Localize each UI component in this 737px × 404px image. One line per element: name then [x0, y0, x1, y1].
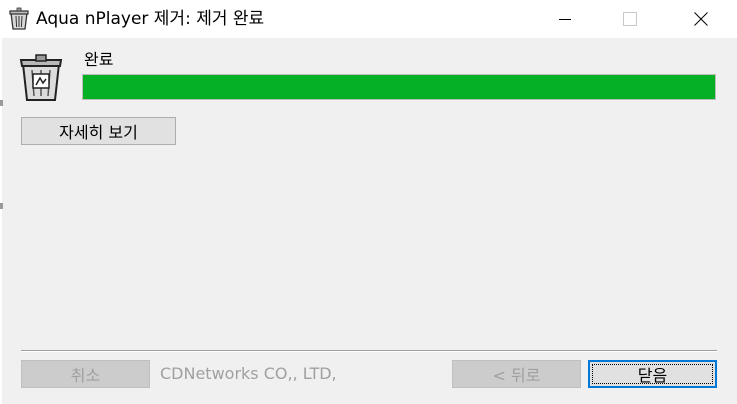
close-window-button[interactable]: [665, 0, 737, 38]
edge-mark: [0, 203, 3, 209]
maximize-button[interactable]: [594, 0, 666, 38]
cancel-button[interactable]: 취소: [21, 360, 150, 388]
uninstaller-window: Aqua nPlayer 제거: 제거 완료 완료 자세히 보기 취소 CDNe…: [0, 0, 737, 404]
minimize-button[interactable]: [529, 0, 601, 38]
close-icon: [694, 12, 708, 26]
uninstall-bin-icon: [19, 54, 63, 101]
brand-text: CDNetworks CO,, LTD,: [160, 364, 337, 383]
status-label: 완료: [84, 50, 114, 69]
maximize-icon: [623, 12, 637, 26]
title-bar[interactable]: Aqua nPlayer 제거: 제거 완료: [0, 0, 737, 38]
focus-rect: [592, 364, 713, 384]
progress-fill: [83, 75, 715, 99]
close-button[interactable]: 닫음: [588, 360, 717, 388]
show-details-button[interactable]: 자세히 보기: [21, 117, 176, 145]
window-title: Aqua nPlayer 제거: 제거 완료: [36, 9, 265, 29]
back-button[interactable]: < 뒤로: [452, 360, 581, 388]
recycle-bin-icon: [9, 7, 29, 30]
edge-mark: [0, 100, 3, 106]
progress-bar: [82, 74, 716, 100]
window-left-edge: [0, 38, 3, 404]
footer-divider: [21, 350, 717, 352]
minimize-icon: [559, 19, 571, 20]
